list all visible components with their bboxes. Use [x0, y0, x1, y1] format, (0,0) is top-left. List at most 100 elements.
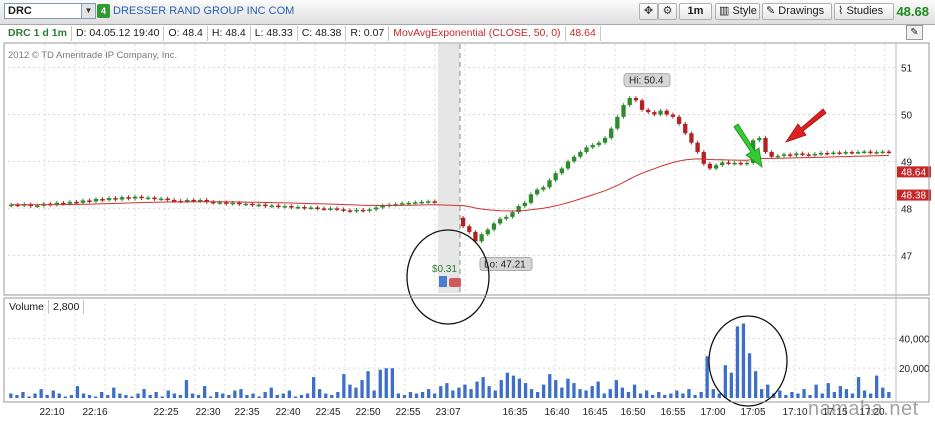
volume-bar — [681, 393, 685, 398]
volume-bar — [481, 377, 485, 398]
time-tick-label: 16:55 — [660, 407, 685, 418]
volume-bar — [21, 392, 25, 398]
candle-body — [578, 152, 583, 157]
candle-body — [621, 105, 626, 117]
volume-bar — [754, 371, 758, 398]
candle-body — [223, 202, 229, 204]
candle-body — [479, 234, 484, 242]
candle-body — [670, 114, 676, 117]
candle-body — [572, 156, 577, 162]
volume-bar — [324, 393, 328, 398]
candle-body — [158, 198, 164, 201]
volume-bar — [602, 393, 606, 398]
candle-body — [237, 202, 242, 205]
volume-bar — [124, 395, 128, 398]
volume-bar — [881, 387, 885, 398]
volume-bar — [372, 390, 376, 398]
candle-body — [217, 202, 223, 204]
volume-bar — [796, 393, 800, 398]
volume-bar — [693, 395, 697, 398]
candle-body — [825, 152, 830, 155]
volume-bar — [281, 393, 285, 398]
volume-tick-label: 20,000 — [899, 364, 930, 375]
volume-bar — [293, 396, 298, 398]
volume-bar — [608, 389, 612, 398]
time-tick-label: 16:45 — [582, 407, 607, 418]
volume-bar — [747, 353, 752, 398]
volume-bar — [493, 390, 497, 398]
price-badges: 48.64 48.38 — [897, 166, 931, 202]
candle-body — [676, 116, 682, 124]
volume-bar — [826, 383, 830, 398]
candle-body — [788, 154, 793, 156]
volume-bar — [717, 393, 721, 398]
earnings-marker-icon — [449, 278, 461, 287]
time-tick-label: 22:30 — [195, 407, 220, 418]
candle-body — [295, 207, 301, 209]
volume-bar — [154, 392, 158, 398]
volume-bar — [251, 393, 255, 398]
volume-bar — [844, 389, 849, 398]
candle-body — [100, 199, 105, 201]
volume-bar — [330, 395, 334, 398]
candle-body — [646, 109, 651, 113]
candle-body — [713, 165, 719, 169]
candle-body — [652, 112, 657, 115]
candle-body — [425, 201, 431, 203]
high-callout-label: Hi: 50.4 — [629, 76, 664, 87]
candle-body — [559, 168, 564, 174]
candle-body — [132, 196, 138, 199]
volume-bar — [106, 395, 110, 398]
volume-bar — [699, 392, 703, 398]
candle-body — [491, 223, 497, 230]
candle-body — [256, 204, 262, 207]
candle-body — [695, 142, 700, 153]
volume-bar — [33, 393, 37, 398]
candle-body — [406, 202, 411, 205]
time-tick-label: 22:45 — [315, 407, 340, 418]
candle-body — [522, 202, 527, 207]
candle-body — [119, 197, 125, 200]
volume-bar — [81, 393, 86, 398]
price-tick-label: 51 — [901, 63, 913, 74]
volume-bar — [675, 390, 679, 398]
candle-body — [87, 200, 92, 202]
volume-bar — [305, 393, 310, 398]
time-tick-label: 23:07 — [435, 407, 460, 418]
price-volume-chart: 4748495051 48.6448.38 Hi: 50.4Lo: 47.21$… — [3, 42, 931, 418]
volume-bar — [130, 396, 134, 398]
volume-bar — [511, 375, 516, 398]
candle-body — [744, 162, 750, 165]
candle-body — [726, 162, 731, 164]
volume-bar — [590, 386, 594, 398]
candle-body — [289, 206, 294, 208]
volume-bar — [148, 395, 152, 398]
candle-body — [308, 207, 314, 209]
candle-body — [510, 212, 515, 217]
time-tick-label: 16:35 — [502, 407, 527, 418]
candle-body — [315, 207, 320, 209]
volume-bar — [299, 395, 304, 398]
volume-bar — [239, 389, 243, 398]
volume-bar — [420, 392, 425, 398]
volume-bar — [233, 390, 237, 398]
volume-bar — [69, 395, 74, 398]
volume-tick-label: 40,000 — [899, 334, 930, 345]
volume-bar — [856, 377, 861, 398]
candle-body — [360, 209, 366, 212]
volume-bar — [529, 389, 534, 398]
volume-bar — [245, 395, 249, 398]
volume-bar — [572, 383, 576, 398]
candle-body — [584, 147, 589, 153]
volume-bar — [336, 392, 340, 398]
candle-body — [541, 187, 546, 190]
volume-bar — [184, 380, 189, 398]
volume-bar — [94, 396, 98, 398]
candle-body — [862, 151, 867, 154]
volume-bar — [166, 390, 170, 398]
volume-bar — [645, 390, 649, 398]
candle-body — [547, 180, 552, 188]
volume-bar — [548, 374, 552, 398]
candle-body — [191, 199, 196, 202]
time-tick-label: 22:50 — [355, 407, 380, 418]
